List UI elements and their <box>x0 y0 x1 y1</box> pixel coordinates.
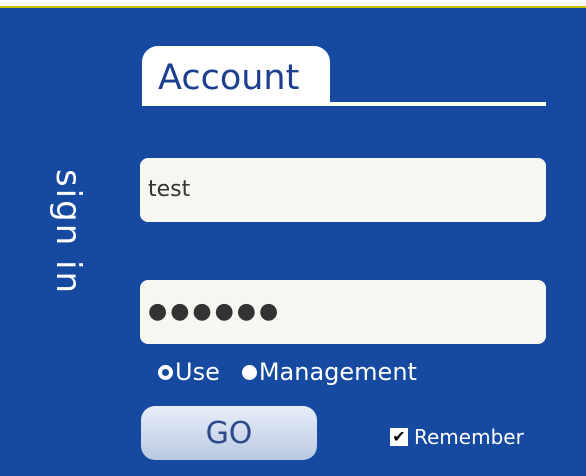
mode-option-use-label: Use <box>175 358 220 386</box>
username-field[interactable]: test <box>140 158 546 222</box>
remember-checkbox[interactable]: ✔ Remember <box>390 425 524 449</box>
login-window: sign in Account test ●●●●●● Use Manageme… <box>0 0 586 476</box>
go-button[interactable]: GO <box>141 406 317 460</box>
radio-unselected-icon[interactable] <box>241 364 257 380</box>
top-border <box>0 0 586 8</box>
password-field[interactable]: ●●●●●● <box>140 280 546 344</box>
tab-underline <box>142 102 546 106</box>
mode-radio-group: Use Management <box>158 358 439 386</box>
username-value: test <box>148 177 191 202</box>
mode-option-use[interactable]: Use <box>158 358 220 386</box>
mode-option-management-label: Management <box>258 358 417 386</box>
mode-option-management[interactable]: Management <box>241 358 417 386</box>
sign-in-label: sign in <box>48 168 88 296</box>
remember-label: Remember <box>414 425 524 449</box>
checkmark-icon[interactable]: ✔ <box>390 428 408 446</box>
password-masked-value: ●●●●●● <box>148 299 282 324</box>
radio-selected-icon[interactable] <box>158 364 173 380</box>
tab-account[interactable]: Account <box>142 46 330 102</box>
